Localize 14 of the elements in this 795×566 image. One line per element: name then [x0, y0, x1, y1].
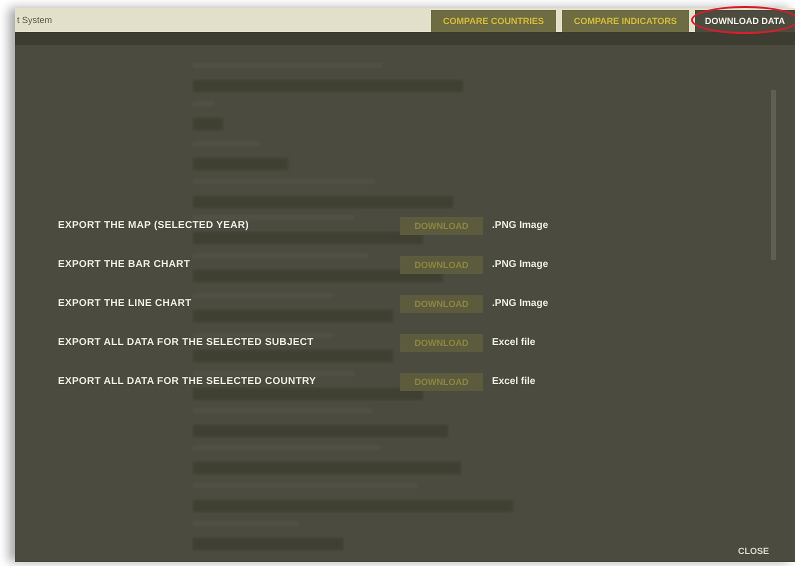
- export-label: EXPORT ALL DATA FOR THE SELECTED SUBJECT: [58, 337, 315, 348]
- file-format: Excel file: [492, 337, 536, 348]
- tab[interactable]: COMPARE COUNTRIES: [430, 10, 556, 32]
- export-label: EXPORT ALL DATA FOR THE SELECTED COUNTRY: [58, 376, 318, 387]
- file-format: .PNG Image: [492, 259, 548, 270]
- app-title: t System: [16, 15, 52, 25]
- close-button[interactable]: CLOSE: [738, 546, 769, 556]
- tab[interactable]: COMPARE INDICATORS: [562, 10, 689, 32]
- export-label: EXPORT THE LINE CHART: [58, 298, 193, 309]
- file-format: .PNG Image: [492, 220, 548, 231]
- export-label: EXPORT THE MAP (SELECTED YEAR): [58, 220, 250, 231]
- file-format: Excel file: [492, 376, 536, 387]
- export-label: EXPORT THE BAR CHART: [58, 259, 192, 270]
- file-format: .PNG Image: [492, 298, 548, 309]
